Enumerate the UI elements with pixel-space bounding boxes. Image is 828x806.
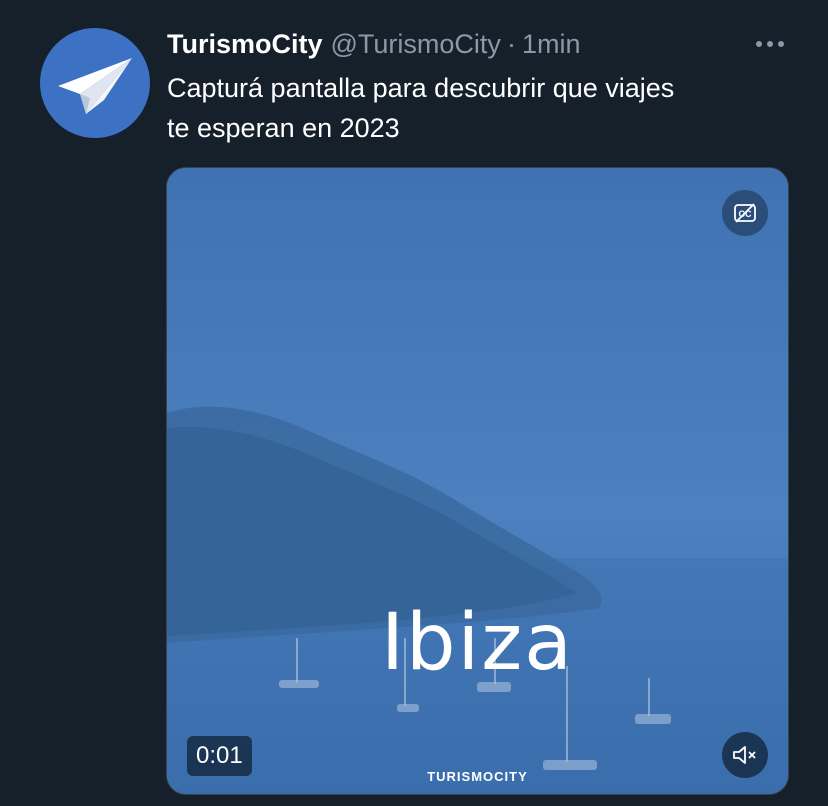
display-name[interactable]: TurismoCity [167, 26, 323, 62]
video-elapsed-time: 0:01 [187, 736, 252, 776]
captions-button[interactable]: CC [722, 190, 768, 236]
timestamp[interactable]: 1min [522, 26, 581, 62]
captions-off-icon: CC [734, 203, 756, 223]
tweet-header: TurismoCity @TurismoCity · 1min [167, 26, 580, 62]
tweet-text: Capturá pantalla para descubrir que viaj… [167, 73, 675, 143]
paper-plane-icon [58, 58, 132, 114]
username-handle[interactable]: @TurismoCity [331, 26, 501, 62]
volume-button[interactable] [722, 732, 768, 778]
video-player[interactable]: Ibiza TURISMOCITY CC 0:01 [166, 167, 789, 795]
tweet[interactable]: TurismoCity @TurismoCity · 1min Capturá … [0, 0, 828, 806]
avatar[interactable] [40, 28, 150, 138]
separator-dot: · [506, 29, 516, 59]
brand-watermark: TURISMOCITY [427, 769, 528, 784]
more-options-button[interactable] [748, 28, 792, 60]
video-frame-image [167, 168, 788, 794]
more-horizontal-icon [756, 41, 784, 47]
volume-muted-icon [733, 746, 756, 764]
